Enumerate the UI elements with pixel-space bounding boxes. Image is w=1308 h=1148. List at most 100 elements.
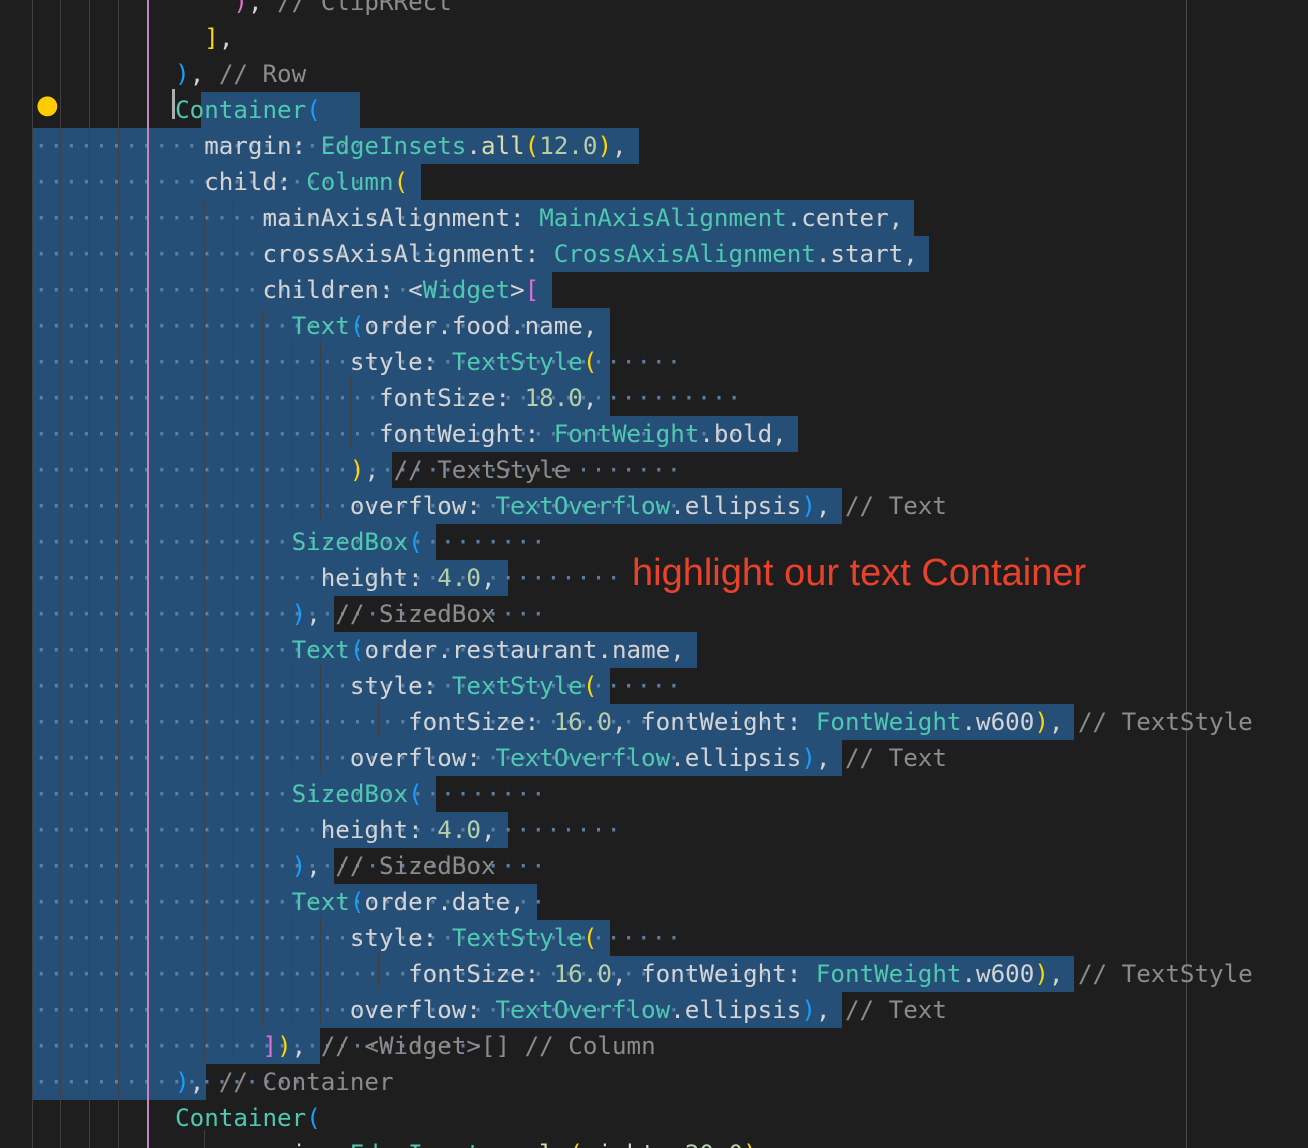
code-token: > — [510, 276, 525, 304]
code-token: . — [466, 132, 481, 160]
code-line[interactable]: SizedBox( — [146, 776, 423, 812]
code-token: ( — [568, 1140, 583, 1148]
code-line[interactable]: margin: EdgeInsets.only(right: 20.0), — [146, 1136, 772, 1148]
code-token: ( — [582, 672, 598, 700]
code-token: height: — [146, 564, 438, 592]
code-token: child: — [146, 168, 307, 196]
code-token: .w600 — [961, 708, 1035, 736]
code-line[interactable]: ), // TextStyle — [146, 452, 568, 488]
code-line[interactable]: ), // ClipRRect — [146, 0, 452, 20]
code-token: CrossAxisAlignment — [553, 240, 816, 268]
code-token: ) — [801, 492, 816, 520]
code-token: , — [815, 744, 845, 772]
code-token: .ellipsis — [670, 996, 802, 1024]
code-token: , — [306, 600, 336, 628]
code-token: // Text — [845, 996, 947, 1024]
code-token: ) — [1034, 708, 1049, 736]
code-line[interactable]: children: <Widget>[ — [146, 272, 539, 308]
code-token: , — [1048, 960, 1078, 988]
code-token: // <Widget>[] // Column — [320, 1032, 656, 1060]
code-line[interactable]: style: TextStyle( — [146, 920, 598, 956]
code-line[interactable]: Text(order.date, — [146, 884, 525, 920]
code-token: ( — [582, 924, 598, 952]
code-token: ) — [233, 0, 248, 16]
code-line[interactable]: fontWeight: FontWeight.bold, — [146, 416, 787, 452]
code-token: FontWeight — [815, 708, 962, 736]
code-token: ( — [408, 528, 423, 556]
code-token: ) — [1034, 960, 1049, 988]
code-line[interactable]: ), // SizedBox — [146, 596, 496, 632]
code-line[interactable]: Container( — [146, 1100, 321, 1136]
code-line[interactable]: mainAxisAlignment: MainAxisAlignment.cen… — [146, 200, 903, 236]
code-token: EdgeInsets — [350, 1140, 496, 1148]
code-token: .center, — [786, 204, 904, 232]
code-line[interactable]: overflow: TextOverflow.ellipsis), // Tex… — [146, 488, 947, 524]
code-line[interactable]: SizedBox( — [146, 524, 423, 560]
code-line[interactable]: overflow: TextOverflow.ellipsis), // Tex… — [146, 992, 947, 1028]
code-token: ( — [524, 132, 540, 160]
code-token: , — [582, 384, 598, 412]
code-token: ( — [349, 888, 365, 916]
code-line[interactable]: Text(order.restaurant.name, — [146, 632, 685, 668]
code-line[interactable]: ], — [146, 20, 233, 56]
code-token: SizedBox — [291, 780, 409, 808]
code-token: Text — [291, 312, 350, 340]
code-token: mainAxisAlignment: — [146, 204, 540, 232]
code-token: 16.0 — [553, 960, 612, 988]
code-token: Column — [306, 168, 394, 196]
code-token: ] — [262, 1032, 278, 1060]
code-line[interactable]: fontSize: 18.0, — [146, 380, 597, 416]
code-token: TextOverflow — [495, 492, 671, 520]
code-line[interactable]: height: 4.0, — [146, 812, 496, 848]
code-line[interactable]: crossAxisAlignment: CrossAxisAlignment.s… — [146, 236, 918, 272]
code-token: order.restaurant.name, — [364, 636, 685, 664]
indent-guide — [32, 0, 33, 1148]
code-token: , fontWeight: — [612, 960, 816, 988]
code-token: TextStyle — [451, 348, 583, 376]
code-line[interactable]: ]), // <Widget>[] // Column — [146, 1028, 656, 1064]
code-token: fontSize: — [146, 960, 554, 988]
code-token: , — [480, 816, 496, 844]
code-token: right: — [583, 1140, 685, 1148]
code-token: ) — [801, 744, 816, 772]
code-token: TextStyle — [451, 924, 583, 952]
code-token: , — [815, 492, 845, 520]
indent-guide — [60, 0, 61, 1148]
code-line[interactable]: ), // Row — [146, 56, 306, 92]
code-token: .start, — [815, 240, 918, 268]
code-line[interactable]: fontSize: 16.0, fontWeight: FontWeight.w… — [146, 956, 1253, 992]
code-token: SizedBox — [291, 528, 409, 556]
code-token: fontSize: — [146, 708, 554, 736]
code-token: , — [306, 852, 336, 880]
code-line[interactable]: ), // SizedBox — [146, 848, 496, 884]
code-token: , — [480, 564, 496, 592]
code-line[interactable]: fontSize: 16.0, fontWeight: FontWeight.w… — [146, 704, 1253, 740]
code-line[interactable]: ), // Container — [146, 1064, 393, 1100]
code-token: margin: — [146, 1140, 350, 1148]
code-editor[interactable]: ······················ ··················… — [0, 0, 1308, 1148]
code-token: // ClipRRect — [277, 0, 452, 16]
code-token: , — [189, 60, 219, 88]
code-token: , — [815, 996, 845, 1024]
code-token: only — [510, 1140, 568, 1148]
code-line[interactable]: child: Column( — [146, 164, 408, 200]
code-token: // SizedBox — [335, 852, 496, 880]
code-line[interactable]: height: 4.0, — [146, 560, 496, 596]
code-line[interactable]: Text(order.food.name, — [146, 308, 598, 344]
text-cursor — [172, 89, 175, 119]
code-token: style: — [146, 348, 452, 376]
code-token: ) — [801, 996, 816, 1024]
lightbulb-icon[interactable]: ● — [36, 90, 59, 120]
code-line[interactable]: style: TextStyle( — [146, 668, 598, 704]
code-token: ] — [204, 24, 219, 52]
code-line[interactable]: style: TextStyle( — [146, 344, 598, 380]
code-token: 4.0 — [437, 564, 481, 592]
code-line[interactable]: margin: EdgeInsets.all(12.0), — [146, 128, 626, 164]
code-token: // TextStyle — [393, 456, 569, 484]
code-line[interactable]: overflow: TextOverflow.ellipsis), // Tex… — [146, 740, 947, 776]
